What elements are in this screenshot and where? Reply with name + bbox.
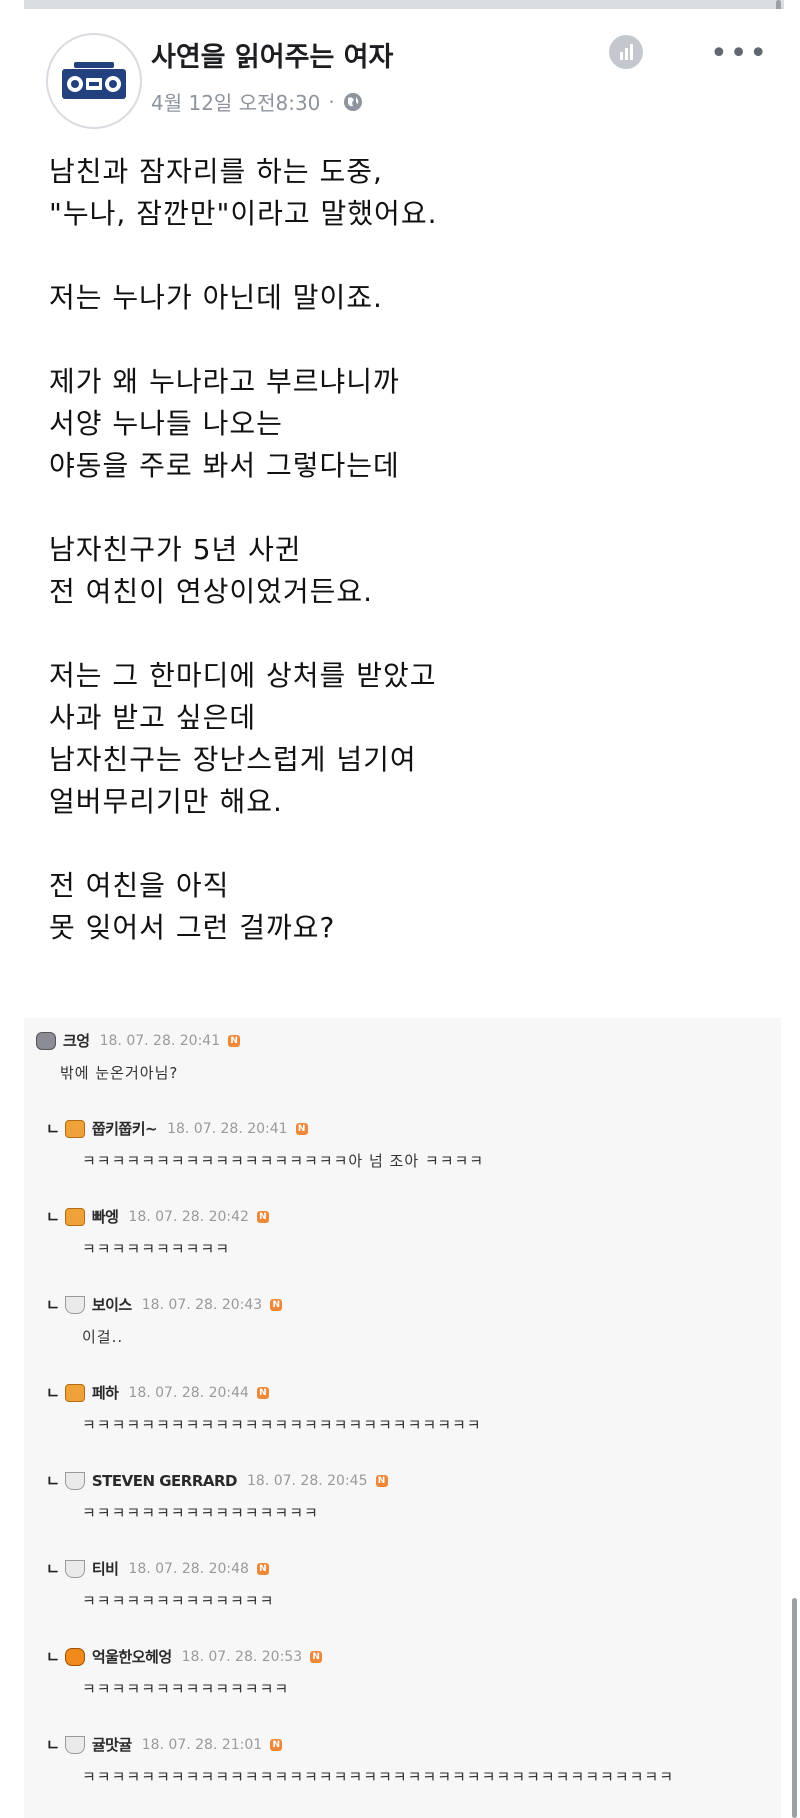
- reply-arrow-icon: ㄴ: [46, 1208, 60, 1226]
- comment-text: ㅋㅋㅋㅋㅋㅋㅋㅋㅋㅋㅋㅋㅋ: [82, 1592, 275, 1610]
- comment-date: 18. 07. 28. 21:01: [141, 1736, 263, 1753]
- comment-author[interactable]: 티비: [92, 1558, 119, 1579]
- comment-header: ㄴ 빠엥 18. 07. 28. 20:42 N: [46, 1206, 269, 1227]
- reply-arrow-icon: ㄴ: [46, 1384, 60, 1402]
- reply-arrow-icon: ㄴ: [46, 1120, 60, 1138]
- cat-icon: [64, 1207, 85, 1226]
- boombox-icon[interactable]: [46, 33, 142, 129]
- reply-comment: ㄴ STEVEN GERRARD 18. 07. 28. 20:45 N ㅋㅋㅋㅋㅋㅋㅋ…: [24, 1458, 781, 1538]
- comment-text: ㅋㅋㅋㅋㅋㅋㅋㅋㅋㅋㅋㅋㅋㅋㅋㅋ: [82, 1504, 319, 1522]
- comment-author[interactable]: 귤맛귤: [92, 1734, 132, 1755]
- comment-header: ㄴ 페하 18. 07. 28. 20:44 N: [46, 1382, 269, 1403]
- reply-comment: ㄴ 억울한오헤엉 18. 07. 28. 20:53 N ㅋㅋㅋㅋㅋㅋㅋㅋㅋㅋㅋㅋㅋㅋ: [24, 1634, 781, 1714]
- comment-author[interactable]: STEVEN GERRARD: [92, 1472, 238, 1490]
- comment-header: ㄴ 쭙키쭙키~ 18. 07. 28. 20:41 N: [46, 1118, 308, 1139]
- reply-comment: ㄴ 쭙키쭙키~ 18. 07. 28. 20:41 N ㅋㅋㅋㅋㅋㅋㅋㅋㅋㅋㅋㅋㅋㅋㅋㅋ…: [24, 1106, 781, 1186]
- comment-text: ㅋㅋㅋㅋㅋㅋㅋㅋㅋㅋㅋㅋㅋㅋㅋㅋㅋㅋㅋㅋㅋㅋㅋㅋㅋㅋㅋ: [82, 1416, 482, 1434]
- reply-comment: ㄴ 티비 18. 07. 28. 20:48 N ㅋㅋㅋㅋㅋㅋㅋㅋㅋㅋㅋㅋㅋ: [24, 1546, 781, 1626]
- comment-author[interactable]: 쭙키쭙키~: [92, 1118, 158, 1139]
- tiger-icon: [64, 1647, 85, 1666]
- comment-author[interactable]: 빠엥: [92, 1206, 119, 1227]
- comment-header: ㄴ STEVEN GERRARD 18. 07. 28. 20:45 N: [46, 1470, 388, 1491]
- comment-section: 크엉 18. 07. 28. 20:41 N 밖에 눈온거아님? ㄴ 쭙키쭙키~ 18. 0…: [24, 1018, 781, 1818]
- comment-header: ㄴ 티비 18. 07. 28. 20:48 N: [46, 1558, 269, 1579]
- reply-arrow-icon: ㄴ: [46, 1736, 60, 1754]
- comment-text: ㅋㅋㅋㅋㅋㅋㅋㅋㅋㅋㅋㅋㅋㅋㅋㅋㅋㅋ아 넘 조아 ㅋㅋㅋㅋ: [82, 1152, 485, 1170]
- comment-text: 밖에 눈온거아님?: [60, 1064, 179, 1082]
- reply-arrow-icon: ㄴ: [46, 1560, 60, 1578]
- new-badge: N: [256, 1386, 269, 1399]
- stats-icon[interactable]: [609, 35, 643, 69]
- comment-date: 18. 07. 28. 20:41: [99, 1032, 221, 1049]
- cat-icon: [64, 1119, 85, 1138]
- new-badge: N: [310, 1650, 323, 1663]
- pot-icon: [64, 1735, 85, 1754]
- comment-date: 18. 07. 28. 20:42: [128, 1208, 249, 1225]
- globe-icon: [343, 92, 363, 112]
- comment-author[interactable]: 억울한오헤엉: [92, 1646, 172, 1667]
- new-badge: N: [256, 1562, 269, 1575]
- reply-arrow-icon: ㄴ: [46, 1648, 60, 1666]
- post-date[interactable]: 4월 12일 오전8:30: [151, 87, 320, 116]
- reply-comment: ㄴ 빠엥 18. 07. 28. 20:42 N ㅋㅋㅋㅋㅋㅋㅋㅋㅋㅋ: [24, 1194, 781, 1274]
- comment-date: 18. 07. 28. 20:41: [167, 1120, 288, 1137]
- reply-comment: ㄴ 보이스 18. 07. 28. 20:43 N 이걸..: [24, 1282, 781, 1362]
- pot-icon: [64, 1559, 85, 1578]
- comment-header: ㄴ 보이스 18. 07. 28. 20:43 N: [46, 1294, 283, 1315]
- reply-comment: ㄴ 귤맛귤 18. 07. 28. 21:01 N ㅋㅋㅋㅋㅋㅋㅋㅋㅋㅋㅋㅋㅋㅋㅋㅋㅋㅋ…: [24, 1722, 781, 1802]
- new-badge: N: [256, 1210, 269, 1223]
- comment-text: ㅋㅋㅋㅋㅋㅋㅋㅋㅋㅋ: [82, 1240, 231, 1258]
- comment-date: 18. 07. 28. 20:44: [128, 1384, 249, 1401]
- comment-date: 18. 07. 28. 20:48: [128, 1560, 249, 1577]
- comment-date: 18. 07. 28. 20:43: [141, 1296, 263, 1313]
- new-badge: N: [295, 1122, 308, 1135]
- reply-arrow-icon: ㄴ: [46, 1296, 60, 1314]
- meta-separator: ·: [328, 89, 335, 114]
- comment-header: ㄴ 억울한오헤엉 18. 07. 28. 20:53 N: [46, 1646, 323, 1667]
- more-icon[interactable]: •••: [710, 39, 769, 69]
- reply-comment: ㄴ 페하 18. 07. 28. 20:44 N ㅋㅋㅋㅋㅋㅋㅋㅋㅋㅋㅋㅋㅋㅋㅋㅋㅋㅋㅋ…: [24, 1370, 781, 1450]
- comment-date: 18. 07. 28. 20:45: [247, 1472, 368, 1489]
- new-badge: N: [270, 1298, 283, 1311]
- reply-arrow-icon: ㄴ: [46, 1472, 60, 1490]
- comment-header: 크엉 18. 07. 28. 20:41 N: [36, 1030, 241, 1051]
- post-body: 남친과 잠자리를 하는 도중, "누나, 잠깐만"이라고 말했어요. 저는 누나…: [49, 155, 438, 944]
- scrollbar-bottom[interactable]: [792, 1598, 797, 1818]
- facebook-post: 사연을 읽어주는 여자 4월 12일 오전8:30 · ••• 남친과 잠자리를…: [24, 9, 784, 1010]
- comment-author[interactable]: 크엉: [63, 1030, 90, 1051]
- new-badge: N: [375, 1474, 388, 1487]
- comment-text: ㅋㅋㅋㅋㅋㅋㅋㅋㅋㅋㅋㅋㅋㅋ: [82, 1680, 290, 1698]
- comment-date: 18. 07. 28. 20:53: [181, 1648, 303, 1665]
- comment: 크엉 18. 07. 28. 20:41 N 밖에 눈온거아님?: [24, 1018, 781, 1098]
- bear-icon: [36, 1031, 56, 1050]
- top-divider: [24, 0, 784, 9]
- post-meta: 4월 12일 오전8:30 ·: [151, 87, 363, 116]
- new-badge: N: [228, 1034, 241, 1047]
- comment-author[interactable]: 보이스: [92, 1294, 132, 1315]
- post-author[interactable]: 사연을 읽어주는 여자: [151, 35, 393, 74]
- pot-icon: [64, 1471, 85, 1490]
- comment-text: 이걸..: [82, 1328, 124, 1346]
- pot-icon: [64, 1295, 85, 1314]
- comment-text: ㅋㅋㅋㅋㅋㅋㅋㅋㅋㅋㅋㅋㅋㅋㅋㅋㅋㅋㅋㅋㅋㅋㅋㅋㅋㅋㅋㅋㅋㅋㅋㅋㅋㅋㅋㅋㅋㅋㅋㅋ: [82, 1768, 675, 1786]
- cat-icon: [64, 1383, 85, 1402]
- new-badge: N: [270, 1738, 283, 1751]
- comment-author[interactable]: 페하: [92, 1382, 119, 1403]
- comment-header: ㄴ 귤맛귤 18. 07. 28. 21:01 N: [46, 1734, 283, 1755]
